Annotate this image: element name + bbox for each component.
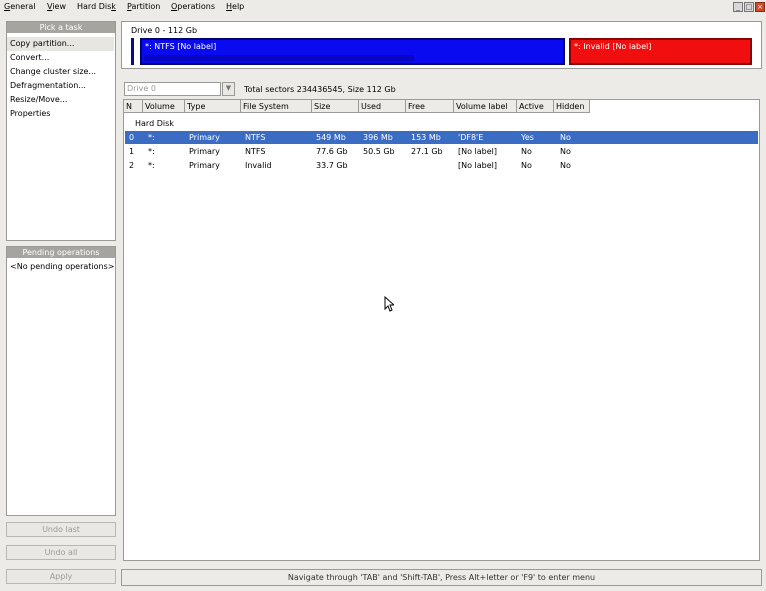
cell-type: Primary xyxy=(189,147,220,156)
window-controls: _ □ × xyxy=(733,2,765,12)
pending-empty-text: <No pending operations> xyxy=(10,262,115,271)
cell-free: 153 Mb xyxy=(411,133,441,142)
cell-hidden: No xyxy=(560,147,571,156)
table-row[interactable]: 0 *: Primary NTFS 549 Mb 396 Mb 153 Mb '… xyxy=(125,131,758,144)
pending-panel: Pending operations <No pending operation… xyxy=(6,246,116,516)
cell-active: Yes xyxy=(521,133,534,142)
task-convert[interactable]: Convert... xyxy=(7,51,115,65)
cell-hidden: No xyxy=(560,133,571,142)
task-list: Copy partition... Convert... Change clus… xyxy=(7,33,115,121)
cell-volume-label: 'DF8'E xyxy=(458,133,484,142)
task-change-cluster-size[interactable]: Change cluster size... xyxy=(7,65,115,79)
task-copy-partition[interactable]: Copy partition... xyxy=(7,37,114,51)
cell-n: 2 xyxy=(129,161,135,170)
cell-type: Primary xyxy=(189,161,220,170)
column-header-file-system[interactable]: File System xyxy=(241,100,312,113)
cell-active: No xyxy=(521,147,532,156)
task-panel: Pick a task Copy partition... Convert...… xyxy=(6,21,116,241)
cell-size: 77.6 Gb xyxy=(316,147,348,156)
drive-map: Drive 0 - 112 Gb *: NTFS [No label] *: I… xyxy=(121,21,762,69)
cell-volume: *: xyxy=(148,161,155,170)
task-panel-title: Pick a task xyxy=(7,22,115,33)
menu-view[interactable]: View xyxy=(47,2,66,11)
task-properties[interactable]: Properties xyxy=(7,107,115,121)
cell-volume-label: [No label] xyxy=(458,161,498,170)
table-row[interactable]: 1 *: Primary NTFS 77.6 Gb 50.5 Gb 27.1 G… xyxy=(125,145,758,158)
apply-button[interactable]: Apply xyxy=(6,569,116,584)
cell-n: 1 xyxy=(129,147,135,156)
cell-size: 33.7 Gb xyxy=(316,161,348,170)
menu-general[interactable]: General xyxy=(4,2,36,11)
group-hard-disk[interactable]: Hard Disk xyxy=(135,119,174,128)
column-header-n[interactable]: N xyxy=(124,100,143,113)
column-header-hidden[interactable]: Hidden xyxy=(554,100,590,113)
pending-panel-title: Pending operations xyxy=(7,247,115,258)
mouse-pointer-icon xyxy=(384,296,394,312)
partition-bar-invalid[interactable]: *: Invalid [No label] xyxy=(569,38,752,65)
column-header-type[interactable]: Type xyxy=(185,100,241,113)
column-header-active[interactable]: Active xyxy=(517,100,554,113)
drive-edge-marker xyxy=(131,38,134,65)
cell-volume-label: [No label] xyxy=(458,147,498,156)
partition-used-fill xyxy=(144,55,414,61)
partition-table: N Volume Type File System Size Used Free… xyxy=(123,99,760,561)
column-header-free[interactable]: Free xyxy=(406,100,454,113)
menu-help[interactable]: Help xyxy=(226,2,244,11)
column-header-used[interactable]: Used xyxy=(359,100,406,113)
cell-used: 50.5 Gb xyxy=(363,147,395,156)
task-defragmentation[interactable]: Defragmentation... xyxy=(7,79,115,93)
menu-partition[interactable]: Partition xyxy=(127,2,160,11)
cell-volume: *: xyxy=(148,147,155,156)
total-sectors-info: Total sectors 234436545, Size 112 Gb xyxy=(244,85,396,94)
cell-size: 549 Mb xyxy=(316,133,346,142)
cell-file-system: NTFS xyxy=(245,147,266,156)
cell-active: No xyxy=(521,161,532,170)
cell-file-system: NTFS xyxy=(245,133,266,142)
menu-hard-disk[interactable]: Hard Disk xyxy=(77,2,116,11)
drive-select[interactable]: Drive 0 ▼ xyxy=(124,82,235,96)
cell-hidden: No xyxy=(560,161,571,170)
drive-label: Drive 0 - 112 Gb xyxy=(131,26,198,35)
cell-type: Primary xyxy=(189,133,220,142)
cell-volume: *: xyxy=(148,133,155,142)
undo-all-button[interactable]: Undo all xyxy=(6,545,116,560)
column-header-volume[interactable]: Volume xyxy=(143,100,185,113)
cell-free: 27.1 Gb xyxy=(411,147,443,156)
close-icon[interactable]: × xyxy=(755,2,765,12)
partition-bar-ntfs[interactable]: *: NTFS [No label] xyxy=(140,38,565,65)
column-header-size[interactable]: Size xyxy=(312,100,359,113)
undo-last-button[interactable]: Undo last xyxy=(6,522,116,537)
maximize-icon[interactable]: □ xyxy=(744,2,754,12)
cell-n: 0 xyxy=(129,133,135,142)
column-header-volume-label[interactable]: Volume label xyxy=(454,100,517,113)
drive-select-value[interactable]: Drive 0 xyxy=(124,82,221,96)
status-bar: Navigate through 'TAB' and 'Shift-TAB', … xyxy=(121,569,762,586)
cell-used: 396 Mb xyxy=(363,133,393,142)
task-resize-move[interactable]: Resize/Move... xyxy=(7,93,115,107)
cell-file-system: Invalid xyxy=(245,161,272,170)
menu-operations[interactable]: Operations xyxy=(171,2,215,11)
chevron-down-icon[interactable]: ▼ xyxy=(222,82,235,96)
minimize-icon[interactable]: _ xyxy=(733,2,743,12)
menu-bar: General View Hard Disk Partition Operati… xyxy=(0,0,766,15)
table-row[interactable]: 2 *: Primary Invalid 33.7 Gb [No label] … xyxy=(125,159,758,172)
